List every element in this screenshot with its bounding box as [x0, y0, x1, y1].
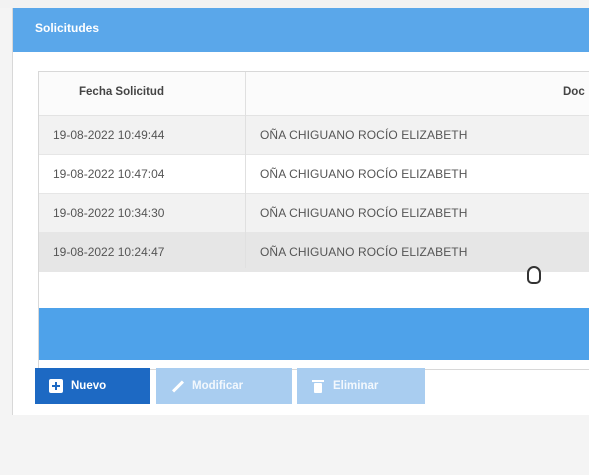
edit-button[interactable]: Modificar	[156, 368, 292, 404]
column-header-fecha-solicitud[interactable]: Fecha Solicitud	[79, 86, 164, 98]
delete-button[interactable]: Eliminar	[297, 368, 425, 404]
solicitudes-table: Fecha Solicitud Doc 19-08-2022 10:49:44 …	[38, 71, 589, 370]
trash-icon	[311, 379, 325, 393]
table-row[interactable]: 19-08-2022 10:49:44 OÑA CHIGUANO ROCÍO E…	[39, 116, 589, 155]
panel-title: Solicitudes	[35, 21, 100, 35]
cell-nombre: OÑA CHIGUANO ROCÍO ELIZABETH	[260, 245, 468, 259]
panel-header: Solicitudes	[13, 8, 589, 52]
table-row[interactable]: 19-08-2022 10:24:47 OÑA CHIGUANO ROCÍO E…	[39, 233, 589, 272]
table-footer-bar	[39, 308, 589, 360]
top-edge	[0, 0, 589, 8]
plus-icon	[49, 379, 63, 393]
cell-fecha: 19-08-2022 10:49:44	[53, 128, 165, 142]
cell-fecha: 19-08-2022 10:34:30	[53, 206, 165, 220]
cell-fecha: 19-08-2022 10:47:04	[53, 167, 165, 181]
cell-nombre: OÑA CHIGUANO ROCÍO ELIZABETH	[260, 128, 468, 142]
pencil-icon	[170, 379, 184, 393]
edit-button-label: Modificar	[192, 380, 244, 392]
table-row[interactable]: 19-08-2022 10:34:30 OÑA CHIGUANO ROCÍO E…	[39, 194, 589, 233]
new-button[interactable]: Nuevo	[35, 368, 150, 404]
solicitudes-panel: Solicitudes Fecha Solicitud Doc 19-08-20…	[12, 8, 589, 415]
delete-button-label: Eliminar	[333, 380, 379, 392]
empty-area	[0, 415, 589, 475]
table-header: Fecha Solicitud Doc	[39, 72, 589, 116]
cell-nombre: OÑA CHIGUANO ROCÍO ELIZABETH	[260, 206, 468, 220]
new-button-label: Nuevo	[71, 380, 107, 392]
cell-nombre: OÑA CHIGUANO ROCÍO ELIZABETH	[260, 167, 468, 181]
cell-fecha: 19-08-2022 10:24:47	[53, 245, 165, 259]
column-divider	[245, 72, 246, 268]
column-header-doc[interactable]: Doc	[563, 86, 585, 98]
table-row[interactable]: 19-08-2022 10:47:04 OÑA CHIGUANO ROCÍO E…	[39, 155, 589, 194]
hand-cursor-icon	[527, 266, 541, 284]
